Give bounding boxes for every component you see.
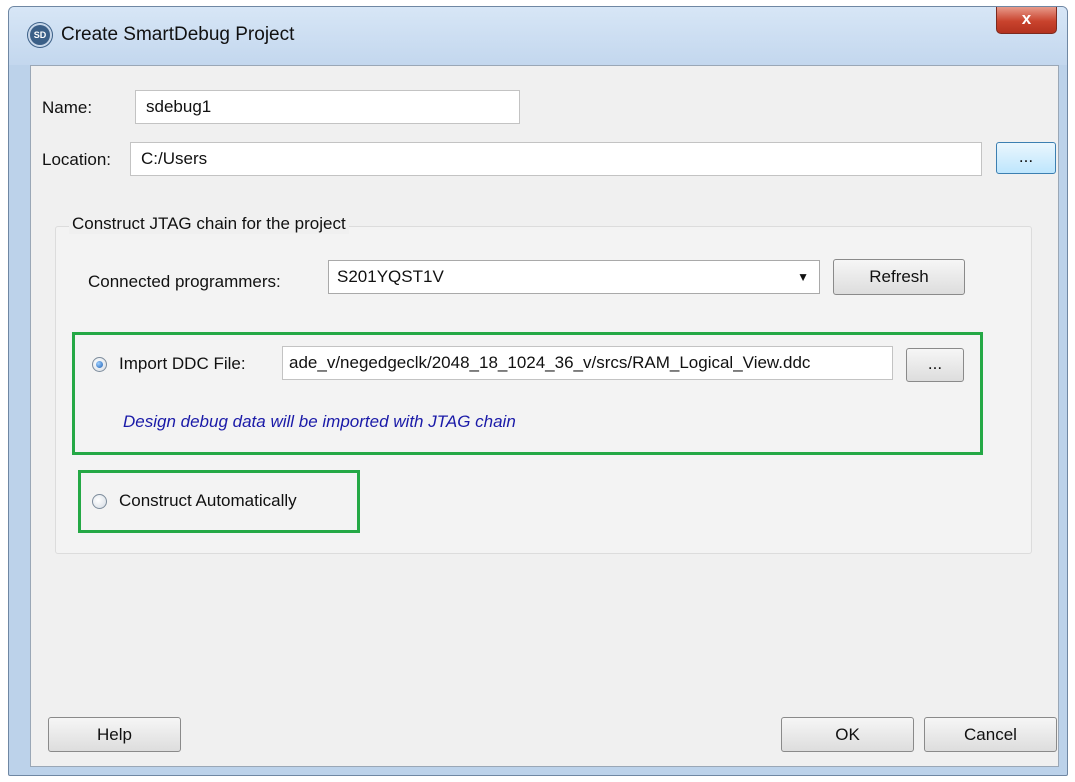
location-browse-button[interactable]: ... bbox=[996, 142, 1056, 174]
programmer-selected-value: S201YQST1V bbox=[337, 267, 444, 286]
chevron-down-icon: ▼ bbox=[797, 270, 809, 284]
name-label: Name: bbox=[42, 98, 93, 117]
import-hint-text: Design debug data will be imported with … bbox=[123, 412, 516, 431]
cancel-button[interactable]: Cancel bbox=[924, 717, 1057, 752]
construct-auto-label: Construct Automatically bbox=[119, 491, 297, 510]
import-ddc-radio[interactable] bbox=[92, 357, 107, 372]
refresh-button[interactable]: Refresh bbox=[833, 259, 965, 295]
ok-button[interactable]: OK bbox=[781, 717, 914, 752]
title-bar: SD Create SmartDebug Project x bbox=[9, 7, 1067, 65]
dialog-window: SD Create SmartDebug Project x Name: sde… bbox=[8, 6, 1068, 776]
construct-auto-radio[interactable] bbox=[92, 494, 107, 509]
smartdebug-app-icon: SD bbox=[30, 25, 50, 45]
close-button[interactable]: x bbox=[996, 7, 1057, 34]
close-icon: x bbox=[1021, 9, 1032, 28]
ddc-browse-button[interactable]: ... bbox=[906, 348, 964, 382]
connected-programmers-label: Connected programmers: bbox=[88, 272, 281, 291]
location-input[interactable]: C:/Users bbox=[130, 142, 982, 176]
dialog-body: Name: sdebug1 Location: C:/Users ... Con… bbox=[30, 65, 1059, 767]
help-button[interactable]: Help bbox=[48, 717, 181, 752]
connected-programmers-select[interactable]: S201YQST1V ▼ bbox=[328, 260, 820, 294]
import-ddc-label: Import DDC File: bbox=[119, 354, 246, 373]
window-title: Create SmartDebug Project bbox=[61, 24, 295, 45]
location-label: Location: bbox=[42, 150, 111, 169]
name-input[interactable]: sdebug1 bbox=[135, 90, 520, 124]
ddc-file-input[interactable]: ade_v/negedgeclk/2048_18_1024_36_v/srcs/… bbox=[282, 346, 893, 380]
jtag-group-title: Construct JTAG chain for the project bbox=[69, 214, 349, 234]
